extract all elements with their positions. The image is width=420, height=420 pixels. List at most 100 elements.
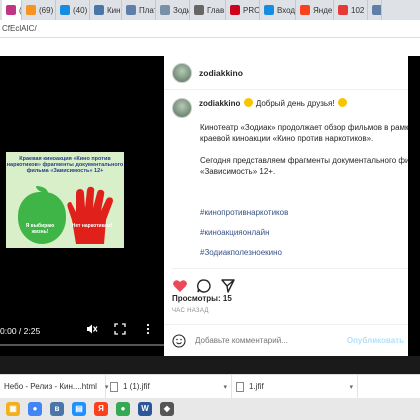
tab-label: (40) (73, 5, 88, 15)
odnoklassniki-icon (26, 5, 36, 15)
mail-icon (264, 5, 274, 15)
browser-tab[interactable]: Глав (190, 0, 226, 20)
heart-icon[interactable] (172, 278, 188, 294)
chrome-icon[interactable]: ● (28, 402, 42, 416)
download-name: Небо - Релиз - Кин....html (4, 382, 97, 391)
explorer-icon[interactable]: ▤ (72, 402, 86, 416)
comment-icon[interactable] (196, 278, 212, 294)
tab-label: Вход (277, 5, 296, 15)
video-player[interactable]: Краевая киноакция «Кино против наркотико… (0, 56, 164, 356)
vk-icon[interactable]: в (50, 402, 64, 416)
download-item[interactable]: 1.jfif ▾ (232, 374, 358, 399)
tab-label: Кин (107, 5, 121, 15)
share-icon[interactable] (220, 278, 236, 294)
download-name: 1.jfif (249, 382, 264, 391)
mute-icon[interactable] (86, 323, 98, 335)
video-progress-bar[interactable] (0, 344, 164, 346)
tab-label: Янде (313, 5, 333, 15)
file-icon (110, 381, 118, 392)
browser-tab[interactable]: ( (2, 0, 22, 20)
tab-label: Плат (139, 5, 156, 15)
background-page-edge (408, 56, 420, 356)
browser-tab[interactable]: Д (368, 0, 382, 20)
red-hand-graphic (67, 186, 113, 244)
tab-label: PRO (243, 5, 260, 15)
caption-username[interactable]: zodiakkino (199, 99, 240, 108)
browser-tab[interactable]: Плат (122, 0, 156, 20)
tab-label: 102 (351, 5, 365, 15)
caption-body: Кинотеатр «Зодиак» продолжает обзор филь… (200, 122, 408, 177)
hashtag-link[interactable]: #кинопротивнаркотиков (200, 208, 288, 217)
caption-line: «Зависимость» 12+. (200, 167, 276, 176)
background-page (0, 356, 420, 374)
sun-emoji-icon (337, 98, 347, 107)
apple-slogan: Я выбираю жизнь! (25, 223, 55, 235)
caption-line (200, 144, 408, 155)
download-item[interactable]: Небо - Релиз - Кин....html ▾ (0, 374, 108, 399)
browser-tab[interactable]: Зоди (156, 0, 190, 20)
apple-graphic (18, 192, 66, 244)
page-icon (160, 5, 170, 15)
app-icon[interactable]: ◆ (160, 402, 174, 416)
address-bar[interactable]: CfEclAIC/ (0, 20, 420, 38)
emoji-picker-icon[interactable] (172, 333, 186, 348)
address-text: CfEclAIC/ (2, 24, 37, 33)
browser-tab[interactable]: Янде (296, 0, 334, 20)
taskbar: ▣ ● в ▤ Я ● W ◆ (0, 398, 420, 420)
views-count[interactable]: Просмотры: 15 (172, 294, 232, 303)
yandex-icon[interactable]: Я (94, 402, 108, 416)
hashtag-link[interactable]: #киноакцияонлайн (200, 228, 270, 237)
vk-icon (94, 5, 104, 15)
screen: ((69)(40)КинПлатЗодиГлавPROВходЯнде102Д … (0, 0, 420, 420)
post-time-ago: ЧАС НАЗАД (172, 308, 209, 314)
download-bar: Небо - Релиз - Кин....html ▾ 1 (1).jfif … (0, 374, 420, 399)
instagram-icon (6, 5, 16, 15)
browser-tab-strip: ( (69) (40) Кин Плат Зоди Глав PRO Вход Янде 102Д (0, 0, 420, 20)
post-actions (172, 268, 408, 293)
comment-row: Опубликовать (164, 324, 408, 356)
more-options-icon[interactable] (142, 323, 154, 335)
browser-tab[interactable]: (40) (56, 0, 90, 20)
k-icon (230, 5, 240, 15)
tab-label: Зоди (173, 5, 190, 15)
poster-title: Краевая киноакция «Кино против наркотико… (6, 156, 124, 174)
tab-label: (69) (39, 5, 54, 15)
publish-button[interactable]: Опубликовать (347, 336, 404, 345)
tab-label: Глав (207, 5, 225, 15)
video-poster: Краевая киноакция «Кино против наркотико… (6, 152, 124, 248)
post-header: zodiakkino (164, 56, 408, 90)
browser-tab[interactable]: (69) (22, 0, 56, 20)
explorer-icon[interactable]: ▣ (6, 402, 20, 416)
mail-icon (60, 5, 70, 15)
page-icon (126, 5, 136, 15)
post-caption: zodiakkino Добрый день друзья! (172, 98, 408, 118)
caption-avatar[interactable] (172, 98, 192, 118)
word-icon[interactable]: W (138, 402, 152, 416)
hashtag-link[interactable]: #Зодиакполезноекино (200, 248, 282, 257)
sun-emoji-icon (243, 98, 253, 107)
page-top-spacer (0, 38, 420, 56)
browser-tab[interactable]: Вход (260, 0, 296, 20)
video-time: 0:00 / 2:25 (0, 326, 41, 336)
browser-tab[interactable]: Кин (90, 0, 122, 20)
caption-greeting: Добрый день друзья! (255, 99, 335, 108)
yandex-icon (338, 5, 348, 15)
chevron-down-icon[interactable]: ▾ (223, 383, 227, 391)
caption-line: Сегодня представляем фрагменты документа… (200, 156, 408, 165)
post-panel: zodiakkino zodiakkino Добрый день друзья… (164, 56, 408, 356)
caption-line: Кинотеатр «Зодиак» продолжает обзор филь… (200, 123, 408, 132)
chevron-down-icon[interactable]: ▾ (349, 383, 353, 391)
caption-line: краевой киноакции «Кино против наркотико… (200, 134, 374, 143)
post-username[interactable]: zodiakkino (199, 68, 243, 78)
fullscreen-icon[interactable] (114, 323, 126, 335)
browser-tab[interactable]: 102 (334, 0, 368, 20)
hand-slogan: Нет наркотикам! (71, 223, 113, 229)
chrome-icon[interactable]: ● (116, 402, 130, 416)
browser-tab[interactable]: PRO (226, 0, 260, 20)
page-icon (372, 5, 381, 15)
yandex-icon (300, 5, 310, 15)
gear-icon (194, 5, 204, 15)
avatar[interactable] (172, 62, 192, 83)
file-icon (236, 381, 244, 392)
download-item[interactable]: 1 (1).jfif ▾ (106, 374, 232, 399)
